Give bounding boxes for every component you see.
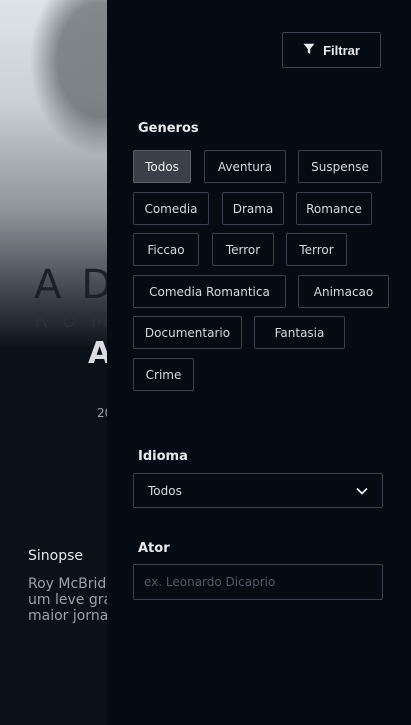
genre-chip-fantasia[interactable]: Fantasia xyxy=(254,316,345,349)
genre-chip-terror[interactable]: Terror xyxy=(212,233,274,266)
actor-search-input[interactable] xyxy=(133,564,383,600)
genre-chip-aventura[interactable]: Aventura xyxy=(204,150,286,183)
genre-chip-crime[interactable]: Crime xyxy=(133,358,194,391)
synopsis-line: maior jorna xyxy=(28,608,108,624)
language-select[interactable]: Todos xyxy=(133,473,383,508)
genre-chip-comedia-romantica[interactable]: Comedia Romantica xyxy=(133,275,286,308)
synopsis-line: um leve gra xyxy=(28,592,108,608)
genre-chip-drama[interactable]: Drama xyxy=(222,192,284,225)
filter-button-label: Filtrar xyxy=(323,42,360,58)
genre-chip-animacao[interactable]: Animacao xyxy=(298,275,389,308)
actor-heading: Ator xyxy=(138,541,170,556)
genre-chip-ficcao[interactable]: Ficcao xyxy=(133,233,199,266)
genre-chip-terror-2[interactable]: Terror xyxy=(286,233,347,266)
synopsis-heading: Sinopse xyxy=(28,548,84,564)
filter-icon xyxy=(303,43,315,58)
synopsis-text: Roy McBride um leve gra maior jorna xyxy=(28,576,108,624)
filter-button[interactable]: Filtrar xyxy=(282,32,381,68)
synopsis-line: Roy McBride xyxy=(28,576,108,592)
chevron-down-icon xyxy=(356,484,368,498)
language-select-value: Todos xyxy=(148,483,182,498)
genre-chip-romance[interactable]: Romance xyxy=(296,192,372,225)
language-heading: Idioma xyxy=(138,449,188,464)
genre-chip-suspense[interactable]: Suspense xyxy=(298,150,382,183)
genres-heading: Generos xyxy=(138,121,199,136)
genre-chip-todos[interactable]: Todos xyxy=(133,150,191,183)
genre-chip-comedia[interactable]: Comedia xyxy=(133,192,209,225)
genre-chip-documentario[interactable]: Documentario xyxy=(133,316,242,349)
